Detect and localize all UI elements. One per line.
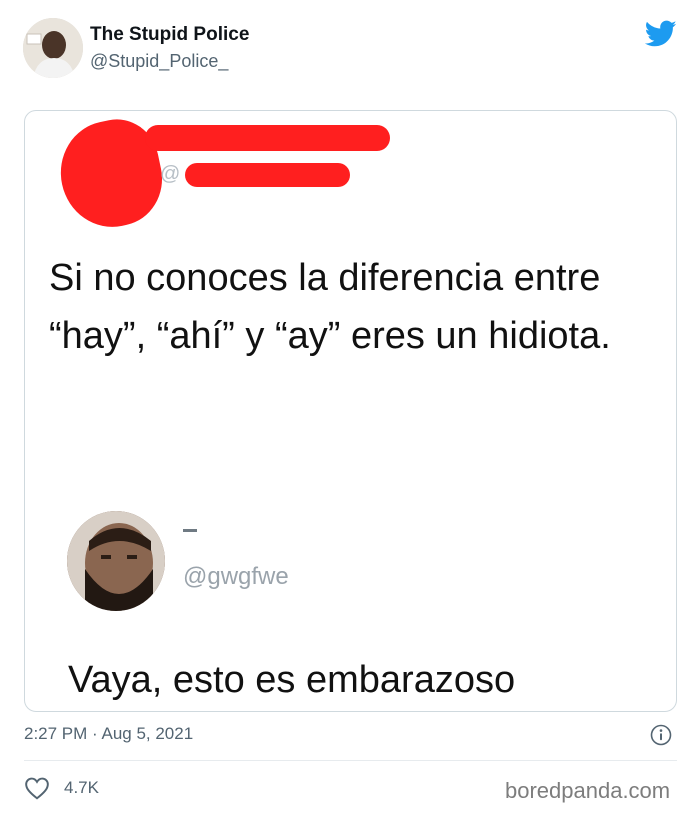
reply-text: Vaya, esto es embarazoso: [68, 659, 516, 701]
info-icon[interactable]: [650, 724, 672, 746]
redacted-handle-at: @: [160, 163, 181, 185]
author-handle[interactable]: @Stupid_Police_: [90, 51, 228, 72]
like-count: 4.7K: [64, 778, 99, 797]
reply-handle: @gwgfwe: [183, 563, 289, 590]
watermark: boredpanda.com: [505, 778, 671, 803]
author-name[interactable]: The Stupid Police: [90, 24, 249, 46]
author-avatar[interactable]: [23, 18, 83, 78]
twitter-bird-icon[interactable]: [644, 20, 677, 48]
tweet-card: The Stupid Police @Stupid_Police_ @ Si n…: [0, 0, 700, 814]
redacted-handle: [185, 163, 350, 187]
heart-icon[interactable]: [24, 776, 50, 800]
footer-divider: [24, 760, 677, 761]
reply-avatar: [67, 511, 165, 611]
redacted-name: [145, 125, 390, 151]
quoted-tweet-text: Si no conoces la diferencia entre “hay”,…: [49, 257, 611, 357]
quoted-tweet-image[interactable]: @ Si no conoces la diferencia entre “hay…: [24, 110, 677, 712]
reply-name-dash: [183, 529, 197, 532]
tweet-timestamp[interactable]: 2:27 PM · Aug 5, 2021: [24, 724, 193, 744]
